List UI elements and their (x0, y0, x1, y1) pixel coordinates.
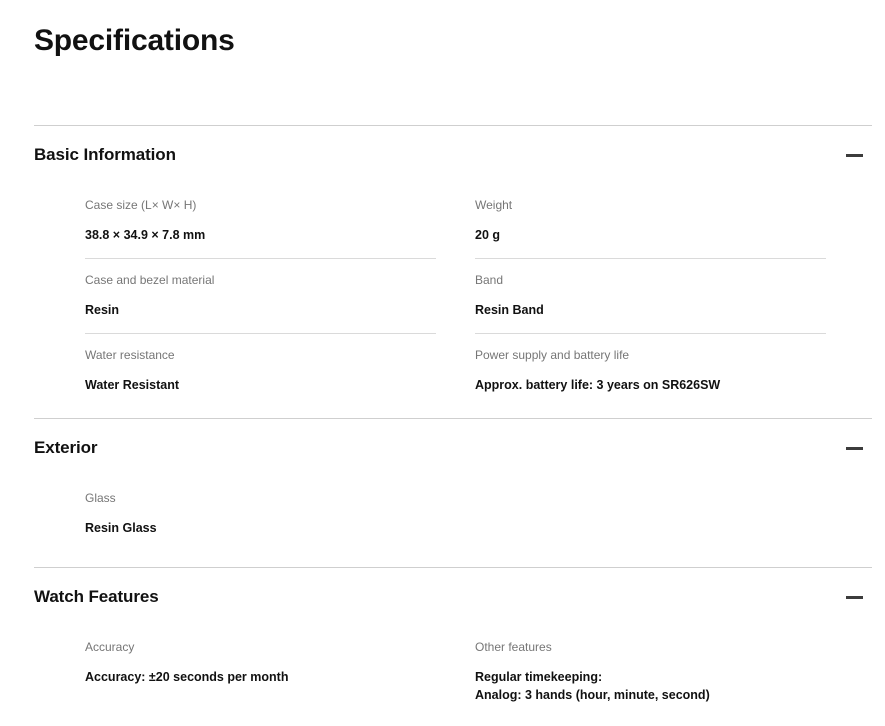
section-body-basic-information: Case size (L× W× H) 38.8 × 34.9 × 7.8 mm… (34, 184, 872, 418)
spec-row: Accuracy Accuracy: ±20 seconds per month (85, 626, 436, 692)
spec-column-right: Weight 20 g Band Resin Band Power supply… (475, 184, 865, 408)
spec-row: Water resistance Water Resistant (85, 334, 436, 408)
section-header-exterior[interactable]: Exterior (34, 419, 872, 477)
spec-label: Water resistance (85, 348, 175, 362)
minus-icon[interactable] (842, 143, 866, 167)
spec-label: Power supply and battery life (475, 348, 630, 362)
minus-icon-bar (845, 595, 863, 599)
spec-label: Accuracy (85, 640, 135, 654)
spec-value: Approx. battery life: 3 years on SR626SW (475, 378, 721, 392)
section-basic-information: Basic Information Case size (L× W× H) 38… (34, 125, 872, 418)
spec-row: Other features Regular timekeeping: Anal… (475, 626, 826, 710)
section-body-exterior: Glass Resin Glass (34, 477, 872, 567)
section-title-basic-information: Basic Information (34, 145, 176, 164)
spec-grid-exterior: Glass Resin Glass (34, 477, 872, 563)
spec-column-left: Accuracy Accuracy: ±20 seconds per month (85, 626, 475, 710)
spec-label: Weight (475, 198, 513, 212)
spec-label: Other features (475, 640, 552, 654)
page-title: Specifications (34, 24, 235, 57)
spec-column-left: Glass Resin Glass (85, 477, 475, 553)
spec-grid-basic-information: Case size (L× W× H) 38.8 × 34.9 × 7.8 mm… (34, 184, 872, 414)
spec-value: Resin Band (475, 303, 544, 317)
minus-icon[interactable] (842, 585, 866, 609)
section-exterior: Exterior Glass Resin Glass (34, 418, 872, 567)
minus-icon[interactable] (842, 436, 866, 460)
spec-row: Glass Resin Glass (85, 477, 436, 553)
spec-row: Case size (L× W× H) 38.8 × 34.9 × 7.8 mm (85, 184, 436, 259)
spec-value: 20 g (475, 228, 501, 242)
spec-value: Water Resistant (85, 378, 180, 392)
section-header-basic-information[interactable]: Basic Information (34, 126, 872, 184)
section-body-watch-features: Accuracy Accuracy: ±20 seconds per month… (34, 626, 872, 720)
spec-value: Resin Glass (85, 521, 157, 535)
spec-row: Band Resin Band (475, 259, 826, 334)
spec-column-left: Case size (L× W× H) 38.8 × 34.9 × 7.8 mm… (85, 184, 475, 408)
spec-grid-watch-features: Accuracy Accuracy: ±20 seconds per month… (34, 626, 872, 716)
spec-value: Accuracy: ±20 seconds per month (85, 670, 289, 684)
spec-value: Regular timekeeping: Analog: 3 hands (ho… (475, 670, 710, 702)
section-watch-features: Watch Features Accuracy Accuracy: ±20 se… (34, 567, 872, 720)
spec-label: Glass (85, 491, 116, 505)
spec-value: 38.8 × 34.9 × 7.8 mm (85, 228, 206, 242)
spec-row: Case and bezel material Resin (85, 259, 436, 334)
specifications-page: Specifications Basic Information Case si… (0, 0, 885, 720)
minus-icon-bar (845, 446, 863, 450)
section-header-watch-features[interactable]: Watch Features (34, 568, 872, 626)
spec-column-right: Other features Regular timekeeping: Anal… (475, 626, 865, 710)
section-title-watch-features: Watch Features (34, 587, 159, 606)
spec-label: Case size (L× W× H) (85, 198, 197, 212)
spec-row: Weight 20 g (475, 184, 826, 259)
spec-row: Power supply and battery life Approx. ba… (475, 334, 826, 408)
spec-label: Band (475, 273, 504, 287)
section-title-exterior: Exterior (34, 438, 98, 457)
spec-label: Case and bezel material (85, 273, 215, 287)
spec-value: Resin (85, 303, 120, 317)
spec-column-right (475, 477, 865, 553)
minus-icon-bar (845, 153, 863, 157)
